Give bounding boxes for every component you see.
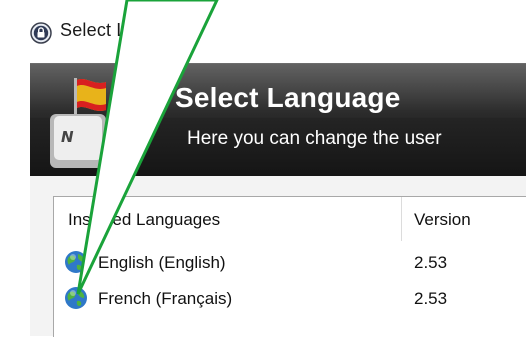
list-header: Installed Languages Version [54,197,526,241]
globe-icon [65,251,87,273]
banner-title: Select Language [175,82,401,113]
column-divider[interactable] [401,197,402,241]
list-item[interactable]: English (English) 2.53 [54,247,526,279]
language-version: 2.53 [414,253,448,272]
installed-languages-list[interactable]: Installed Languages Version English (Eng… [53,196,526,337]
svg-text:N: N [61,128,74,146]
column-header-version[interactable]: Version [414,210,471,230]
keyboard-flag-icon: N [50,78,106,168]
language-name: English (English) [98,253,226,272]
dialog-content: Installed Languages Version English (Eng… [30,176,526,337]
lock-icon [30,22,52,44]
language-version: 2.53 [414,289,448,308]
language-name: French (Français) [98,289,233,308]
header-banner: N Select Language Here you can change th… [30,63,526,176]
globe-icon [65,287,87,309]
column-header-installed-languages[interactable]: Installed Languages [68,210,220,230]
list-item[interactable]: French (Français) 2.53 [54,283,526,315]
banner-subtitle: Here you can change the user [187,128,442,149]
window-title: Select Language [60,20,199,40]
title-bar: Select Language [0,0,526,62]
